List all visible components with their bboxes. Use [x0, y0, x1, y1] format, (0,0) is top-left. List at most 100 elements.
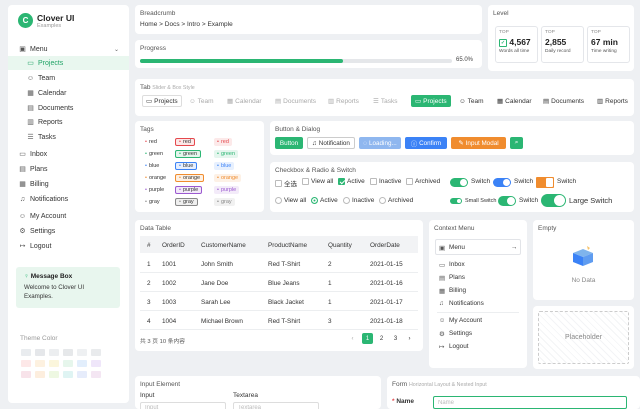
tab-projects-box[interactable]: ▭ Projects [142, 95, 182, 107]
table-header-cell[interactable]: ProductName [268, 242, 307, 249]
large-switch[interactable] [541, 194, 566, 207]
input-field[interactable] [140, 402, 226, 409]
context-item-inbox[interactable]: ▭ Inbox [439, 258, 465, 271]
switch-toggle-2[interactable] [493, 178, 511, 187]
radio-view-all[interactable]: View all [275, 197, 306, 204]
sidebar-item-reports[interactable]: ▥ Reports [8, 115, 129, 129]
theme-swatch[interactable] [91, 360, 101, 367]
checkbox-inactive[interactable]: Inactive [370, 178, 401, 185]
tab-documents-slider[interactable]: ▤ Documents [539, 95, 588, 107]
sidebar-item-plans[interactable]: ▤ Plans [8, 162, 129, 176]
table-header-cell[interactable]: OrderDate [370, 242, 400, 249]
theme-swatch[interactable] [91, 349, 101, 356]
logout-icon: ↦ [439, 343, 445, 351]
billing-icon: ▦ [19, 181, 26, 188]
button-title: Button & Dialog [275, 126, 321, 133]
theme-swatch[interactable] [21, 360, 31, 367]
input-modal-button[interactable]: ✎ Input Modal [451, 137, 506, 149]
switch-toggle-4[interactable] [498, 196, 516, 206]
sidebar-item-my-account[interactable]: ☺ My Account [8, 209, 129, 223]
small-switch[interactable] [450, 198, 462, 204]
context-item-plans[interactable]: ▤ Plans [439, 271, 465, 284]
breadcrumb-intro[interactable]: Intro [187, 21, 200, 28]
radio-archived[interactable]: Archived [379, 197, 413, 204]
theme-swatch[interactable] [77, 360, 87, 367]
switch-toggle-3[interactable] [536, 177, 554, 188]
theme-swatch[interactable] [35, 371, 45, 378]
theme-swatch[interactable] [49, 349, 59, 356]
theme-swatch[interactable] [35, 349, 45, 356]
sidebar-item-logout[interactable]: ↦ Logout [8, 239, 129, 253]
sidebar-item-calendar[interactable]: ▦ Calendar [8, 86, 129, 100]
context-menu-menu[interactable]: ▣ Menu → [439, 241, 517, 254]
theme-swatch[interactable] [77, 349, 87, 356]
sidebar-item-notifications[interactable]: ♫ Notifications [8, 192, 129, 206]
sidebar-item-inbox[interactable]: ▭ Inbox [8, 147, 129, 161]
theme-swatch[interactable] [63, 360, 73, 367]
table-header-cell[interactable]: Quantity [328, 242, 352, 249]
tab-reports-slider[interactable]: ▥ Reports [593, 95, 632, 107]
context-item-my-account[interactable]: ☺ My Account [439, 314, 482, 327]
sidebar-item-settings[interactable]: ⚙ Settings [8, 224, 129, 238]
tab-team-box[interactable]: ☺ Team [186, 95, 217, 107]
context-item-logout[interactable]: ↦ Logout [439, 340, 469, 353]
theme-swatch[interactable] [49, 371, 59, 378]
breadcrumb-home[interactable]: Home [140, 21, 157, 28]
sidebar-item-tasks[interactable]: ☰ Tasks [8, 130, 129, 144]
theme-swatch[interactable] [91, 371, 101, 378]
checkbox-select-all[interactable]: 全选 [275, 178, 297, 188]
tab-team-slider[interactable]: ☺ Team [455, 95, 488, 107]
tab-tasks-box[interactable]: ☰ Tasks [370, 95, 400, 107]
sidebar-item-projects[interactable]: ▭ Projects [8, 56, 129, 70]
button-primary[interactable]: Button [275, 137, 303, 149]
tab-documents-box[interactable]: ▤ Documents [272, 95, 319, 107]
checkbox-active[interactable]: Active [338, 178, 365, 185]
sidebar-menu[interactable]: ▣ Menu ⌄ [8, 42, 129, 56]
radio-active[interactable]: Active [311, 197, 338, 204]
switch-toggle-1[interactable] [450, 178, 468, 187]
bell-icon: ♫ [312, 139, 317, 147]
search-button[interactable]: ⌕ [510, 137, 523, 149]
loading-button[interactable]: ◌ Loading... [359, 137, 401, 149]
placeholder-box: Placeholder [538, 311, 629, 364]
pagination-prev[interactable]: ‹ [347, 333, 358, 344]
table-cell: 1 [328, 299, 332, 306]
table-header-cell[interactable]: # [147, 242, 151, 249]
theme-swatch[interactable] [77, 371, 87, 378]
progress-card: Progress [135, 40, 482, 68]
tab-reports-box[interactable]: ▥ Reports [325, 95, 362, 107]
radio-inactive[interactable]: Inactive [343, 197, 374, 204]
textarea-field[interactable] [233, 402, 319, 409]
theme-swatch[interactable] [35, 360, 45, 367]
context-item-notifications[interactable]: ♫ Notifications [439, 297, 484, 310]
checkbox-view-all[interactable]: View all [302, 178, 333, 185]
user-icon: ☺ [189, 97, 196, 105]
tab-calendar-slider[interactable]: ▦ Calendar [493, 95, 536, 107]
sidebar-item-team[interactable]: ☺ Team [8, 71, 129, 85]
context-menu-card: Context Menu ▣ Menu → ▭ Inbox ▤ Plans ▦ Billi… [429, 220, 527, 368]
checkbox-archived[interactable]: Archived [406, 178, 440, 185]
context-item-billing[interactable]: ▦ Billing [439, 284, 466, 297]
pagination-page-3[interactable]: 3 [390, 333, 401, 344]
table-header-cell[interactable]: OrderID [162, 242, 185, 249]
pagination-page-1[interactable]: 1 [362, 333, 373, 344]
progress-percent: 65.0% [456, 57, 474, 63]
theme-swatch[interactable] [21, 371, 31, 378]
theme-swatch[interactable] [49, 360, 59, 367]
confirm-button[interactable]: ⓘ Confirm [405, 137, 447, 149]
notification-button[interactable]: ♫ Notification [307, 137, 355, 149]
tab-calendar-box[interactable]: ▦ Calendar [224, 95, 265, 107]
form-name-input[interactable] [433, 396, 627, 409]
theme-swatch[interactable] [63, 349, 73, 356]
context-item-settings[interactable]: ⚙ Settings [439, 327, 472, 340]
pagination-next[interactable]: › [404, 333, 415, 344]
placeholder-card: Placeholder [533, 306, 634, 369]
table-header-cell[interactable]: CustomerName [201, 242, 246, 249]
pagination-page-2[interactable]: 2 [376, 333, 387, 344]
theme-swatch[interactable] [21, 349, 31, 356]
sidebar-item-documents[interactable]: ▤ Documents [8, 101, 129, 115]
sidebar-item-billing[interactable]: ▦ Billing [8, 177, 129, 191]
tab-projects-slider[interactable]: ▭ Projects [411, 95, 451, 107]
theme-swatch[interactable] [63, 371, 73, 378]
breadcrumb-docs[interactable]: Docs [165, 21, 180, 28]
